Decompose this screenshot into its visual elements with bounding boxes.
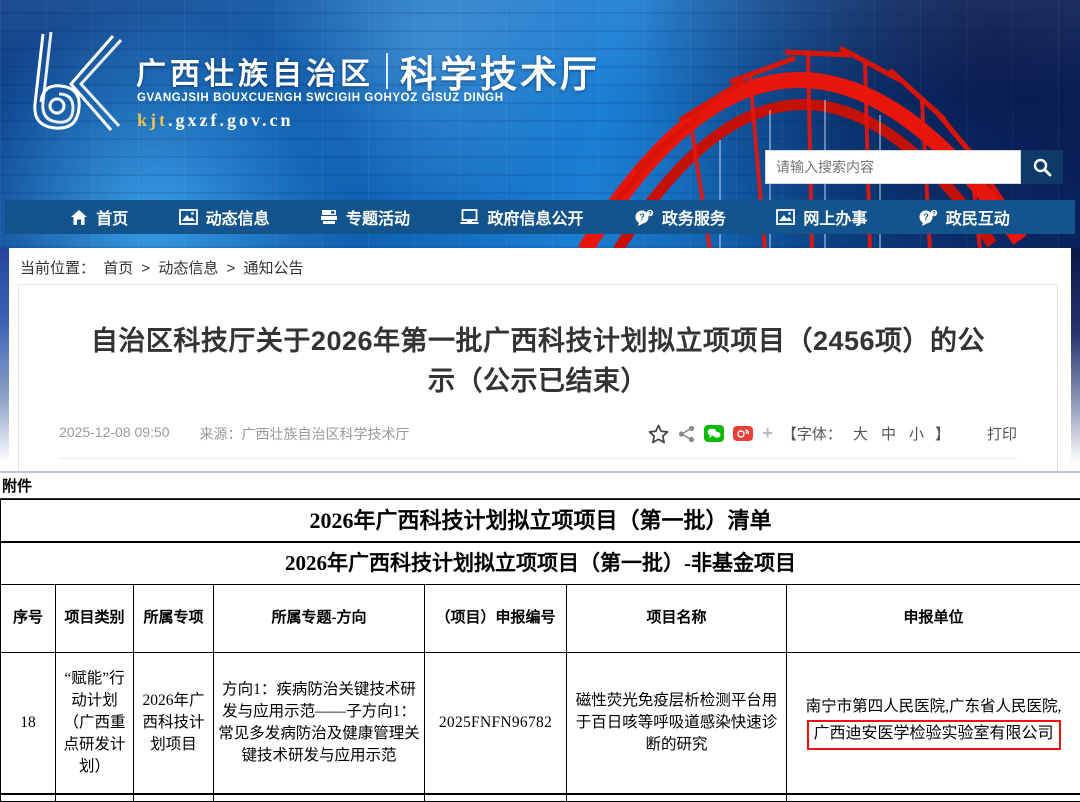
table-subtitle-row: 2026年广西科技计划拟立项项目（第一批）-非基金项目 bbox=[1, 542, 1080, 585]
site-url-prefix: kjt bbox=[137, 110, 168, 130]
breadcrumb-item-home[interactable]: 首页 bbox=[103, 260, 133, 277]
breadcrumb-label: 当前位置： bbox=[20, 260, 95, 277]
nav-item-home[interactable]: 首页 bbox=[70, 205, 128, 229]
more-share-icon[interactable]: + bbox=[762, 423, 773, 444]
table-header-row: 序号 项目类别 所属专项 所属专题-方向 （项目）申报编号 项目名称 申报单位 bbox=[1, 585, 1080, 653]
main-nav: 首页 动态信息 专题活动 政府信息公开 bbox=[5, 200, 1075, 234]
image-icon bbox=[179, 209, 198, 225]
article-title: 自治区科技厅关于2026年第一批广西科技计划拟立项项目（2456项）的公示（公示… bbox=[79, 321, 997, 401]
table-row-18: 18 “赋能”行动计划（广西重点研发计划） 2026年广西科技计划项目 方向1：… bbox=[1, 653, 1080, 794]
chat-question-icon: ? ? bbox=[918, 209, 938, 226]
svg-text:?: ? bbox=[923, 212, 929, 222]
attachment-label: 附件 bbox=[0, 474, 1080, 499]
font-size-label-open: 【字体： bbox=[782, 423, 842, 444]
svg-text:?: ? bbox=[639, 212, 645, 222]
breadcrumb-item-news[interactable]: 动态信息 bbox=[158, 260, 218, 277]
cell-project-name: 磁性荧光免疫层析检测平台用于百日咳等呼吸道感染快速诊断的研究 bbox=[567, 653, 787, 794]
article-toolbar: + 【字体： 大中小】 打印 bbox=[648, 423, 1017, 444]
site-title-dept: 科学技术厅 bbox=[400, 44, 600, 98]
col-header-project-name: 项目名称 bbox=[567, 585, 787, 653]
col-header-seq: 序号 bbox=[1, 585, 56, 653]
font-size-medium[interactable]: 中 bbox=[881, 423, 896, 444]
nav-label: 专题活动 bbox=[346, 205, 410, 229]
nav-label: 动态信息 bbox=[206, 205, 270, 229]
nav-item-gov-info[interactable]: 政府信息公开 bbox=[460, 205, 583, 229]
chat-question-icon: ? ? bbox=[634, 209, 654, 226]
font-size-large[interactable]: 大 bbox=[853, 423, 868, 444]
project-table: 2026年广西科技计划拟立项项目（第一批）清单 2026年广西科技计划拟立项项目… bbox=[0, 499, 1080, 802]
attachment-section: 附件 2026年广西科技计划拟立项项目（第一批）清单 2026年广西科技计划拟立… bbox=[0, 474, 1080, 802]
table-subtitle: 2026年广西科技计划拟立项项目（第一批）-非基金项目 bbox=[1, 542, 1080, 585]
site-title-zhuang: GVANGJSIH BOUXCUENGH SWCIGIH GOHYOZ GISU… bbox=[137, 92, 504, 104]
cell-seq: 18 bbox=[1, 653, 56, 794]
search-input[interactable] bbox=[765, 150, 1021, 184]
table-title-row: 2026年广西科技计划拟立项项目（第一批）清单 bbox=[1, 500, 1080, 543]
cell-applicant: 南宁市第四人民医院,广东省人民医院, 广西迪安医学检验实验室有限公司 bbox=[787, 653, 1080, 794]
cell-special: 2026年广西科技计划项目 bbox=[134, 653, 214, 794]
article-meta-row: 2025-12-08 09:50 来源：广西壮族自治区科学技术厅 bbox=[59, 423, 1017, 459]
star-favorite-icon[interactable] bbox=[648, 424, 669, 444]
cell-appno: 2025FNFN96782 bbox=[425, 653, 567, 794]
table-next-row-partial bbox=[1, 794, 1080, 802]
cell-topic: 方向1：疾病防治关键技术研发与应用示范——子方向1：常见多发病防治及健康管理关键… bbox=[214, 653, 425, 794]
site-url-rest: .gxzf.gov.cn bbox=[168, 110, 294, 130]
nav-item-online-affairs[interactable]: 网上办事 bbox=[776, 205, 867, 229]
applicant-highlighted: 广西迪安医学检验实验室有限公司 bbox=[807, 720, 1061, 750]
title-divider bbox=[386, 53, 388, 89]
site-title: 广西壮族自治区 科学技术厅 bbox=[136, 44, 600, 98]
nav-label: 政务服务 bbox=[662, 205, 726, 229]
nav-item-news[interactable]: 动态信息 bbox=[179, 205, 270, 229]
cell-category: “赋能”行动计划（广西重点研发计划） bbox=[56, 653, 134, 794]
print-button[interactable]: 打印 bbox=[987, 423, 1017, 444]
section-divider bbox=[0, 471, 1080, 473]
col-header-appno: （项目）申报编号 bbox=[425, 585, 567, 653]
col-header-topic: 所属专题-方向 bbox=[214, 585, 425, 653]
article-date: 2025-12-08 09:50 bbox=[59, 424, 170, 444]
search-icon bbox=[1032, 157, 1052, 177]
nav-label: 网上办事 bbox=[803, 205, 867, 229]
col-header-special: 所属专项 bbox=[134, 585, 214, 653]
share-icon[interactable] bbox=[678, 425, 695, 443]
gxst-logo bbox=[13, 26, 127, 138]
font-size-label-close: 】 bbox=[935, 423, 950, 444]
search-button[interactable] bbox=[1021, 150, 1063, 184]
weibo-share-icon[interactable] bbox=[733, 426, 753, 441]
font-size-small[interactable]: 小 bbox=[909, 423, 924, 444]
right-background-strip bbox=[1071, 248, 1080, 463]
left-background-strip bbox=[0, 248, 9, 463]
article-meta: 2025-12-08 09:50 来源：广西壮族自治区科学技术厅 bbox=[59, 424, 410, 444]
wechat-share-icon[interactable] bbox=[704, 425, 724, 442]
home-icon bbox=[70, 209, 88, 226]
site-search bbox=[765, 150, 1063, 184]
site-url: kjt.gxzf.gov.cn bbox=[137, 110, 294, 131]
nav-label: 政府信息公开 bbox=[487, 205, 583, 229]
nav-item-services[interactable]: ? ? 政务服务 bbox=[634, 205, 726, 229]
article-source: 来源：广西壮族自治区科学技术厅 bbox=[200, 424, 410, 444]
monitor-icon bbox=[460, 209, 479, 225]
site-title-region: 广西壮族自治区 bbox=[136, 49, 374, 93]
nav-label: 政民互动 bbox=[946, 205, 1010, 229]
printer-icon bbox=[320, 209, 338, 225]
article-container: 自治区科技厅关于2026年第一批广西科技计划拟立项项目（2456项）的公示（公示… bbox=[18, 284, 1058, 473]
svg-text:?: ? bbox=[932, 211, 936, 217]
image-icon bbox=[776, 209, 795, 225]
svg-text:?: ? bbox=[648, 211, 652, 217]
site-header: 广西壮族自治区 科学技术厅 GVANGJSIH BOUXCUENGH SWCIG… bbox=[0, 0, 1080, 248]
nav-item-interaction[interactable]: ? ? 政民互动 bbox=[918, 205, 1010, 229]
col-header-category: 项目类别 bbox=[56, 585, 134, 653]
breadcrumb-separator: > bbox=[141, 260, 150, 277]
applicant-names: 南宁市第四人民医院,广东省人民医院, bbox=[806, 698, 1062, 715]
nav-item-topics[interactable]: 专题活动 bbox=[320, 205, 410, 229]
breadcrumb-item-notices[interactable]: 通知公告 bbox=[243, 260, 303, 277]
nav-label: 首页 bbox=[96, 205, 128, 229]
table-title: 2026年广西科技计划拟立项项目（第一批）清单 bbox=[1, 500, 1080, 543]
breadcrumb: 当前位置： 首页 > 动态信息 > 通知公告 bbox=[20, 257, 307, 278]
col-header-applicant: 申报单位 bbox=[787, 585, 1080, 653]
breadcrumb-separator: > bbox=[227, 260, 236, 277]
